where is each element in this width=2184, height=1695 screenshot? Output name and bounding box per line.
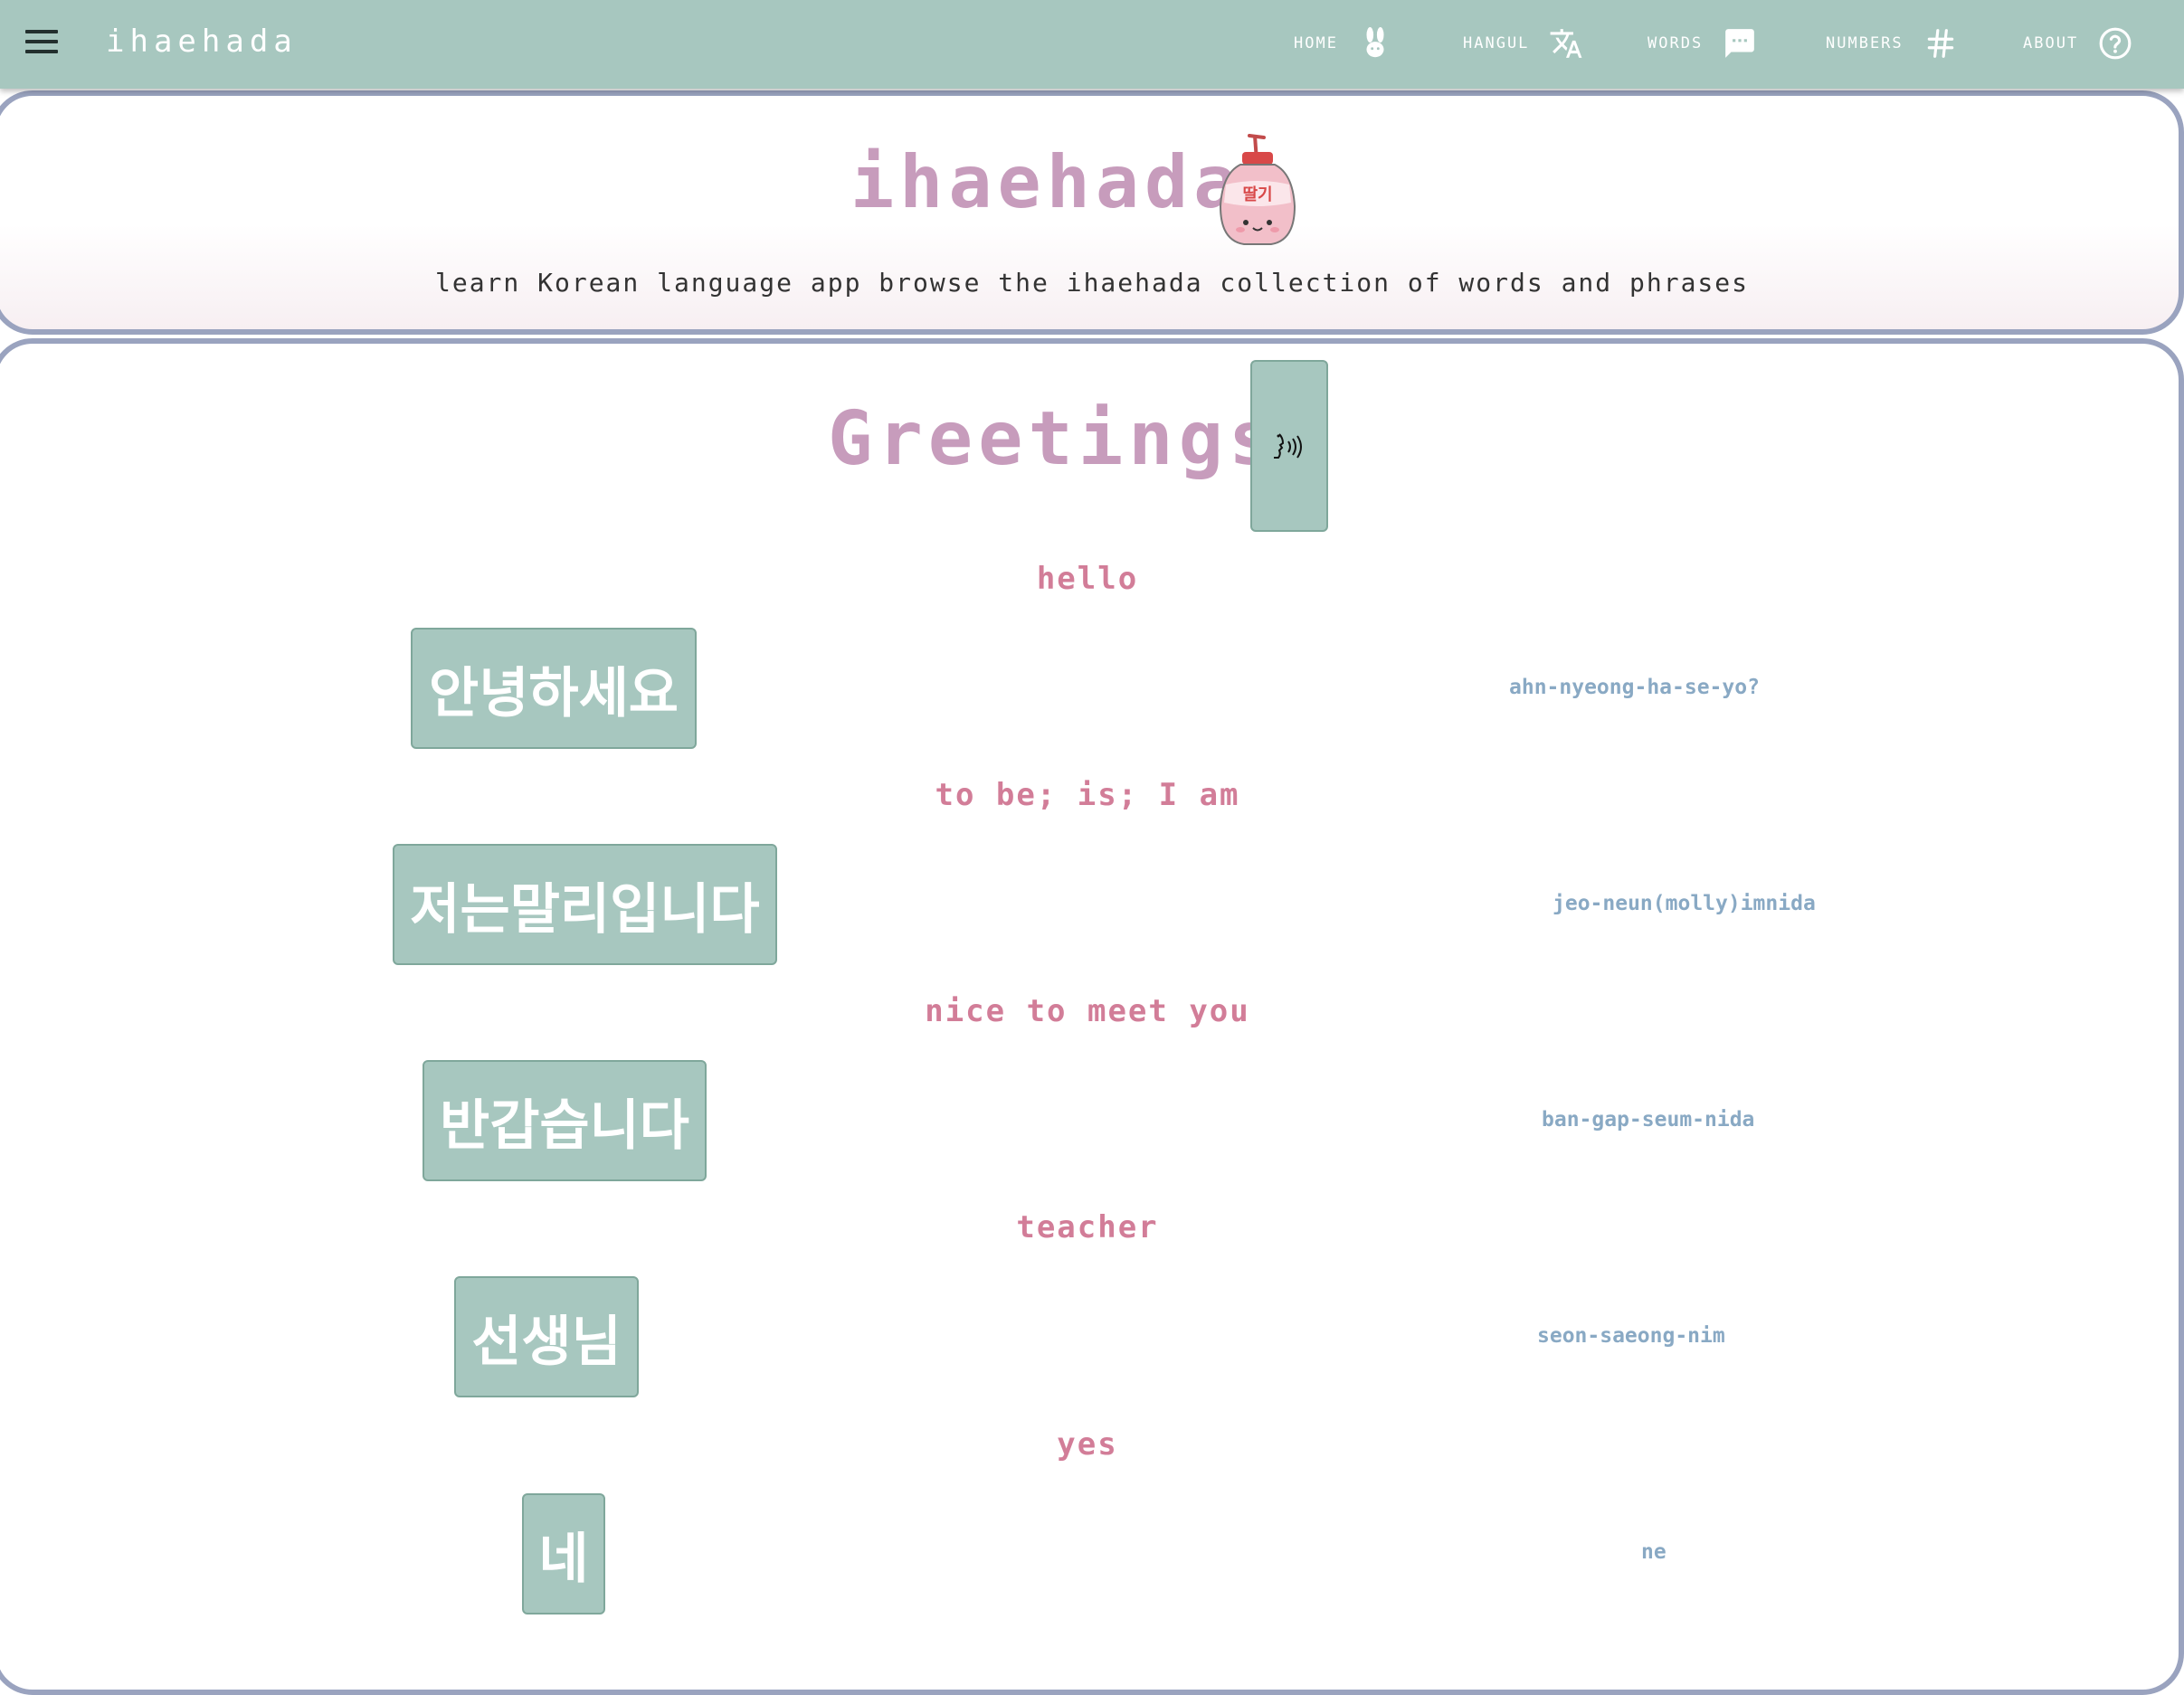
phrase-korean-button[interactable]: 네: [522, 1493, 605, 1615]
speak-button[interactable]: [1250, 360, 1328, 532]
nav-numbers-label: NUMBERS: [1826, 34, 1904, 52]
nav-hangul-label: HANGUL: [1463, 34, 1530, 52]
phrase-korean-button[interactable]: 반갑습니다: [423, 1060, 707, 1181]
nav-words-label: WORDS: [1647, 34, 1704, 52]
nav-home-label: HOME: [1294, 34, 1338, 52]
phrase-english: hello: [1036, 561, 1139, 597]
phrase-korean-button[interactable]: 안녕하세요: [411, 628, 697, 749]
strawberry-milk-logo: 딸기: [1219, 134, 1296, 245]
phrase-romanization: jeo-neun(molly)imnida: [1553, 892, 1816, 915]
nav-hangul[interactable]: HANGUL: [1463, 22, 1583, 65]
nav-about-label: ABOUT: [2023, 34, 2079, 52]
nav-home[interactable]: HOME: [1294, 22, 1392, 65]
nav-numbers[interactable]: NUMBERS: [1826, 22, 1958, 65]
top-nav-bar: ihaehada HOME HANGUL WORDS NUMBERS ABOUT: [0, 0, 2184, 89]
help-circle-icon: [2099, 27, 2132, 60]
speaking-head-icon: [1274, 433, 1302, 459]
site-title: ihaehada: [850, 140, 1243, 224]
rabbit-icon: [1366, 26, 1384, 58]
phrase-korean-button[interactable]: 저는말리입니다: [393, 844, 777, 965]
logo-label: 딸기: [1242, 185, 1272, 204]
phrase-english: nice to meet you: [925, 993, 1250, 1029]
hash-icon: [1927, 29, 1953, 58]
phrase-korean-button[interactable]: 선생님: [454, 1276, 639, 1397]
phrase-english: yes: [1057, 1426, 1118, 1463]
phrase-romanization: seon-saeong-nim: [1537, 1324, 1725, 1348]
phrase-english: teacher: [1016, 1209, 1159, 1245]
nav-words[interactable]: WORDS: [1647, 22, 1757, 65]
phrase-romanization: ne: [1641, 1540, 1666, 1564]
nav-brand[interactable]: ihaehada: [106, 24, 298, 60]
nav-about[interactable]: ABOUT: [2023, 22, 2132, 65]
phrase-english: to be; is; I am: [935, 777, 1240, 813]
menu-icon[interactable]: [25, 30, 58, 57]
section-title: Greetings: [828, 396, 1279, 482]
translate-icon: [1551, 29, 1582, 58]
phrase-romanization: ban-gap-seum-nida: [1542, 1108, 1755, 1132]
tagline: learn Korean language app browse the iha…: [434, 268, 1750, 298]
phrase-romanization: ahn-nyeong-ha-se-yo?: [1509, 676, 1760, 699]
chat-icon: [1725, 29, 1755, 58]
